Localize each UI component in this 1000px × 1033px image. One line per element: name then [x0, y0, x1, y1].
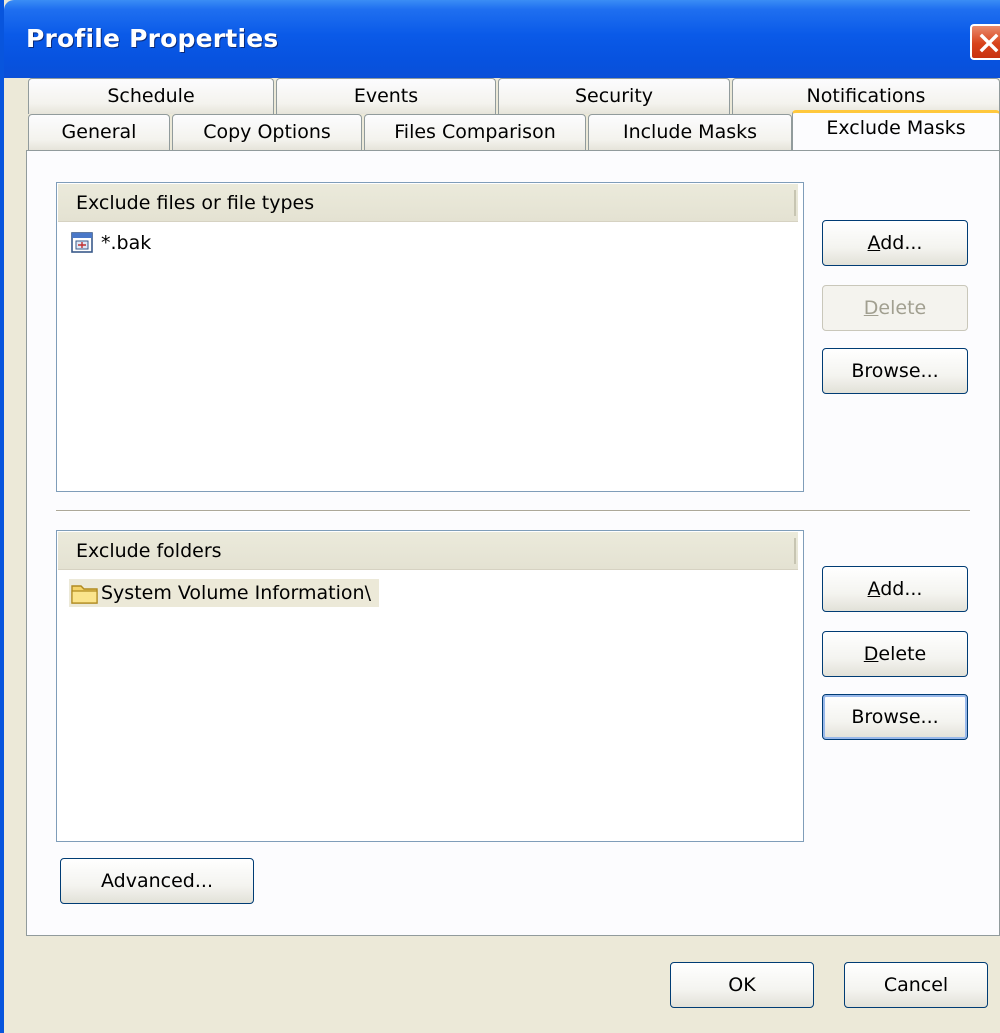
add-folder-button[interactable]: Add... — [822, 566, 968, 612]
title-bar[interactable]: Profile Properties — [4, 0, 1000, 78]
accelerator-key: A — [867, 232, 881, 254]
close-button[interactable] — [970, 24, 1000, 60]
button-label: elete — [878, 643, 927, 665]
tab-events[interactable]: Events — [276, 78, 496, 114]
tab-label: Notifications — [806, 85, 926, 107]
tab-copy-options[interactable]: Copy Options — [172, 114, 362, 150]
list-item-label: *.bak — [101, 232, 152, 254]
button-label: dd... — [880, 578, 923, 600]
tab-security[interactable]: Security — [498, 78, 730, 114]
tab-label: Security — [574, 85, 654, 107]
exclude-files-header[interactable]: Exclude files or file types — [58, 184, 798, 222]
tab-include-masks[interactable]: Include Masks — [588, 114, 792, 150]
accelerator-key: D — [863, 643, 879, 665]
accelerator-key: D — [863, 297, 879, 319]
ok-button[interactable]: OK — [670, 962, 814, 1008]
add-file-mask-button[interactable]: Add... — [822, 220, 968, 266]
tab-label: General — [61, 121, 137, 143]
profile-properties-dialog: Profile Properties Schedule Events Secur… — [0, 0, 1000, 1033]
accelerator-key: A — [867, 578, 881, 600]
button-label: dd... — [880, 232, 923, 254]
tab-label: Schedule — [107, 85, 195, 107]
advanced-button[interactable]: Advanced... — [60, 858, 254, 904]
button-label: Browse... — [851, 360, 939, 382]
button-label: Browse... — [851, 706, 939, 728]
exclude-folders-header[interactable]: Exclude folders — [58, 532, 798, 570]
exclude-folders-list[interactable]: Exclude folders System Volume Informatio… — [56, 530, 804, 842]
delete-file-mask-button[interactable]: Delete — [822, 285, 968, 331]
button-label: Advanced... — [101, 870, 213, 892]
button-label: elete — [878, 297, 927, 319]
tab-notifications[interactable]: Notifications — [732, 78, 1000, 114]
tab-label: Files Comparison — [394, 121, 556, 143]
tab-schedule[interactable]: Schedule — [28, 78, 274, 114]
button-label: Cancel — [883, 974, 949, 996]
browse-folder-button[interactable]: Browse... — [822, 694, 968, 740]
tab-exclude-masks[interactable]: Exclude Masks — [792, 110, 1000, 150]
list-item[interactable]: *.bak — [69, 229, 269, 257]
tab-files-comparison[interactable]: Files Comparison — [364, 114, 586, 150]
exclude-files-list[interactable]: Exclude files or file types *.bak — [56, 182, 804, 492]
button-label: OK — [728, 974, 756, 996]
tab-label: Copy Options — [203, 121, 331, 143]
cancel-button[interactable]: Cancel — [844, 962, 988, 1008]
file-type-icon — [71, 232, 95, 262]
browse-file-mask-button[interactable]: Browse... — [822, 348, 968, 394]
tab-label: Include Masks — [622, 121, 758, 143]
tab-label: Exclude Masks — [826, 117, 966, 139]
list-item-label: System Volume Information\ — [101, 582, 371, 604]
section-divider — [56, 510, 970, 512]
delete-folder-button[interactable]: Delete — [822, 631, 968, 677]
tab-label: Events — [353, 85, 419, 107]
list-item[interactable]: System Volume Information\ — [69, 579, 379, 607]
folder-icon — [71, 581, 99, 613]
window-title: Profile Properties — [26, 24, 279, 53]
tab-general[interactable]: General — [28, 114, 170, 150]
